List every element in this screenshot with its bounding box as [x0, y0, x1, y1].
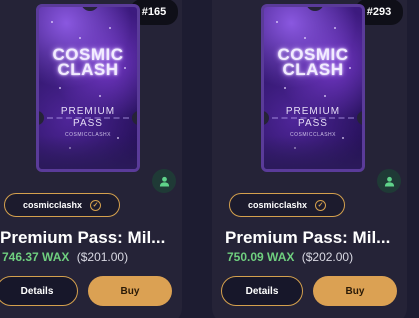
nft-card[interactable]: #165 COSMIC CLASH PREMIUM PASS COSMICCLA… [0, 0, 182, 318]
collection-name: cosmicclashx [22, 200, 83, 210]
collection-name: cosmicclashx [247, 200, 308, 210]
verified-check-icon: ✓ [315, 199, 327, 211]
price-usd: ($202.00) [301, 250, 354, 264]
details-button[interactable]: Details [221, 276, 303, 306]
price-usd: ($201.00) [76, 250, 129, 264]
user-icon [159, 176, 169, 187]
user-icon [384, 176, 394, 187]
nft-card[interactable]: #293 COSMIC CLASH PREMIUM PASS COSMICCLA… [212, 0, 407, 318]
owner-button[interactable] [152, 169, 176, 193]
ticket-perforation [272, 117, 354, 119]
ticket-logo: COSMIC CLASH [52, 45, 124, 79]
owner-button[interactable] [377, 169, 401, 193]
price-row: 746.37 WAX ($201.00) [2, 250, 128, 264]
verified-check-icon: ✓ [90, 199, 102, 211]
price-wax: 746.37 WAX [2, 250, 70, 264]
nft-image[interactable]: COSMIC CLASH PREMIUM PASS COSMICCLASHX [36, 4, 140, 172]
buy-button[interactable]: Buy [88, 276, 172, 306]
price-row: 750.09 WAX ($202.00) [227, 250, 353, 264]
ticket-logo: COSMIC CLASH [277, 45, 349, 79]
details-button[interactable]: Details [0, 276, 78, 306]
collection-chip[interactable]: cosmicclashx ✓ [229, 193, 345, 217]
buy-button[interactable]: Buy [313, 276, 397, 306]
card-title: Premium Pass: Mil... [225, 228, 391, 247]
ticket-perforation [47, 117, 129, 119]
card-title: Premium Pass: Mil... [0, 228, 166, 247]
collection-chip[interactable]: cosmicclashx ✓ [4, 193, 120, 217]
nft-image[interactable]: COSMIC CLASH PREMIUM PASS COSMICCLASHX [261, 4, 365, 172]
price-wax: 750.09 WAX [227, 250, 295, 264]
